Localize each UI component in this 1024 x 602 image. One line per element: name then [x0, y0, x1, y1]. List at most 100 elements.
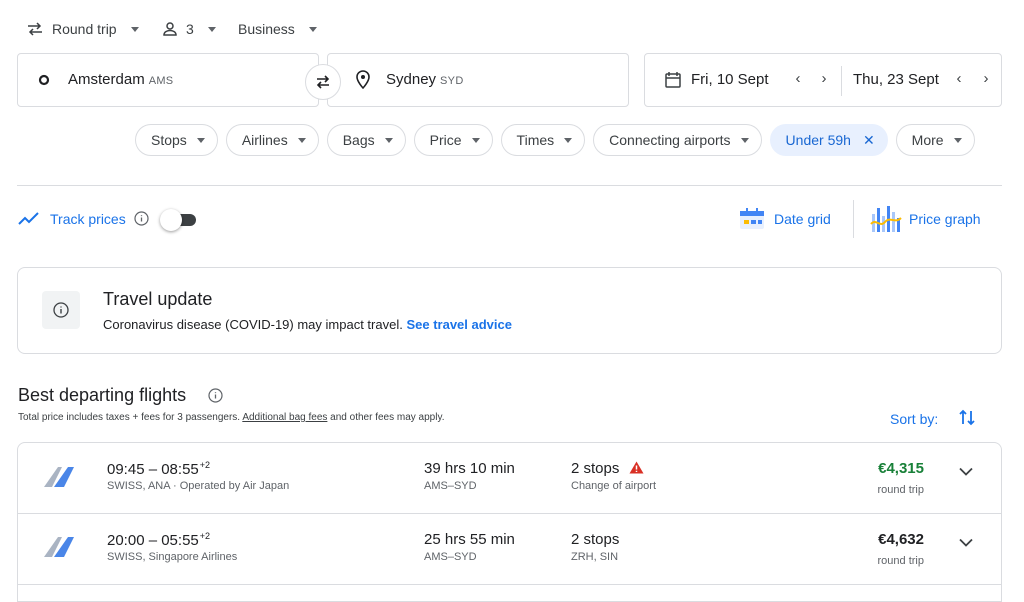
swap-arrows-icon [26, 22, 44, 36]
travel-update-card: Travel update Coronavirus disease (COVID… [17, 267, 1002, 354]
trend-line-icon [18, 212, 40, 226]
sort-by-button[interactable]: Sort by: [890, 411, 938, 427]
filter-chip-label: More [911, 132, 944, 148]
chevron-down-icon [308, 26, 317, 32]
flight-stops: 2 stops [571, 460, 620, 477]
flight-row[interactable]: 20:00 – 05:55+2 SWISS, Singapore Airline… [18, 514, 1001, 584]
depart-date[interactable]: Fri, 10 Sept [691, 71, 769, 88]
airline-logo-icon [44, 535, 74, 559]
filter-chip-connecting-airports[interactable]: Connecting airports [593, 124, 762, 156]
chevron-right-icon[interactable]: › [817, 70, 831, 87]
chevron-down-icon [564, 137, 573, 143]
cabin-class-select[interactable]: Business [238, 18, 317, 40]
chevron-down-icon [196, 137, 205, 143]
swap-button[interactable] [305, 64, 341, 100]
chevron-down-icon [297, 137, 306, 143]
filter-chip-times[interactable]: Times [500, 124, 586, 156]
row-divider [18, 584, 1001, 585]
filter-chip-bags[interactable]: Bags [326, 124, 406, 156]
destination-code: SYD [440, 75, 464, 87]
flight-route: AMS–SYD [424, 480, 477, 492]
filter-chip-label: Under 59h [785, 132, 851, 148]
date-grid-icon [738, 207, 766, 231]
origin-city: Amsterdam [68, 71, 145, 88]
price-graph-icon [870, 204, 902, 234]
chevron-down-icon [740, 137, 749, 143]
expand-chevron-icon[interactable] [959, 538, 973, 547]
filter-chip-label: Price [429, 132, 462, 148]
section-divider [17, 185, 1002, 186]
flight-stops-detail: Change of airport [571, 480, 656, 492]
flight-duration: 39 hrs 10 min [424, 460, 515, 477]
destination-field[interactable]: Sydney SYD [327, 53, 629, 107]
toggle-knob[interactable] [160, 209, 182, 231]
close-icon[interactable]: ✕ [863, 132, 875, 149]
track-prices-label[interactable]: Track prices [50, 211, 126, 227]
chevron-left-icon[interactable]: ‹ [952, 70, 966, 87]
chevron-right-icon[interactable]: › [979, 70, 993, 87]
filter-chip-more[interactable]: More [895, 124, 975, 156]
person-icon [162, 21, 178, 37]
location-pin-icon [356, 70, 370, 90]
warning-icon [629, 461, 644, 474]
filter-chip-price[interactable]: Price [413, 124, 493, 156]
return-date[interactable]: Thu, 23 Sept [853, 71, 939, 88]
filter-chip-label: Connecting airports [609, 132, 731, 148]
passengers-select[interactable]: 3 [162, 18, 216, 40]
filter-chip-airlines[interactable]: Airlines [225, 124, 319, 156]
filter-chip-stops[interactable]: Stops [135, 124, 218, 156]
date-divider [841, 66, 842, 96]
results-title: Best departing flights [18, 385, 187, 405]
airline-logo-icon [44, 465, 74, 489]
chevron-left-icon[interactable]: ‹ [791, 70, 805, 87]
results-note-text: Total price includes taxes + fees for 3 … [18, 412, 241, 423]
info-icon [42, 291, 80, 329]
chevron-down-icon [384, 137, 393, 143]
chevron-down-icon [130, 26, 139, 32]
chevron-down-icon [207, 26, 216, 32]
cabin-class-label: Business [238, 21, 295, 37]
price-note: round trip [877, 484, 924, 496]
flight-times: 20:00 – 05:55 [107, 532, 199, 549]
travel-advice-link[interactable]: See travel advice [406, 317, 512, 332]
price-note: round trip [877, 555, 924, 567]
flight-times: 09:45 – 08:55 [107, 461, 199, 478]
tools-divider [853, 200, 854, 238]
origin-field[interactable]: Amsterdam AMS [17, 53, 319, 107]
flight-row[interactable]: 09:45 – 08:55+2 SWISS, ANA · Operated by… [18, 443, 1001, 513]
filter-chip-label: Bags [342, 132, 375, 148]
flight-airlines: SWISS, Singapore Airlines [107, 551, 238, 563]
results-note: Total price includes taxes + fees for 3 … [18, 412, 445, 423]
trip-type-label: Round trip [52, 21, 117, 37]
flights-list: 09:45 – 08:55+2 SWISS, ANA · Operated by… [17, 442, 1002, 602]
travel-update-text: Coronavirus disease (COVID-19) may impac… [103, 317, 403, 332]
filter-bar: Stops Airlines Bags Price Times Connecti… [135, 124, 975, 156]
date-grid-button[interactable]: Date grid [774, 211, 831, 227]
chevron-down-icon [953, 137, 962, 143]
filter-chip-label: Stops [151, 132, 187, 148]
flight-duration: 25 hrs 55 min [424, 531, 515, 548]
flight-route: AMS–SYD [424, 551, 477, 563]
filter-chip-duration[interactable]: Under 59h ✕ [769, 124, 888, 156]
sort-icon[interactable] [958, 408, 976, 428]
plus-days: +2 [199, 531, 211, 541]
expand-chevron-icon[interactable] [959, 467, 973, 476]
filter-chip-label: Airlines [241, 132, 288, 148]
swap-icon [314, 75, 332, 89]
destination-city: Sydney [386, 71, 437, 88]
calendar-icon [664, 71, 682, 89]
info-icon[interactable] [134, 211, 149, 226]
flight-airlines: SWISS, ANA · Operated by Air Japan [107, 480, 290, 492]
price-graph-button[interactable]: Price graph [909, 211, 981, 227]
info-icon[interactable] [208, 388, 223, 403]
flight-stops-detail: ZRH, SIN [571, 551, 619, 563]
bag-fees-link[interactable]: Additional bag fees [242, 412, 327, 423]
origin-circle-icon [38, 74, 50, 86]
flight-price: €4,632 [878, 531, 924, 548]
trip-type-select[interactable]: Round trip [26, 18, 139, 40]
passengers-count: 3 [186, 21, 194, 37]
date-field[interactable]: Fri, 10 Sept ‹ › Thu, 23 Sept ‹ › [644, 53, 1002, 107]
chevron-down-icon [471, 137, 480, 143]
flight-stops: 2 stops [571, 531, 620, 548]
plus-days: +2 [199, 460, 211, 470]
